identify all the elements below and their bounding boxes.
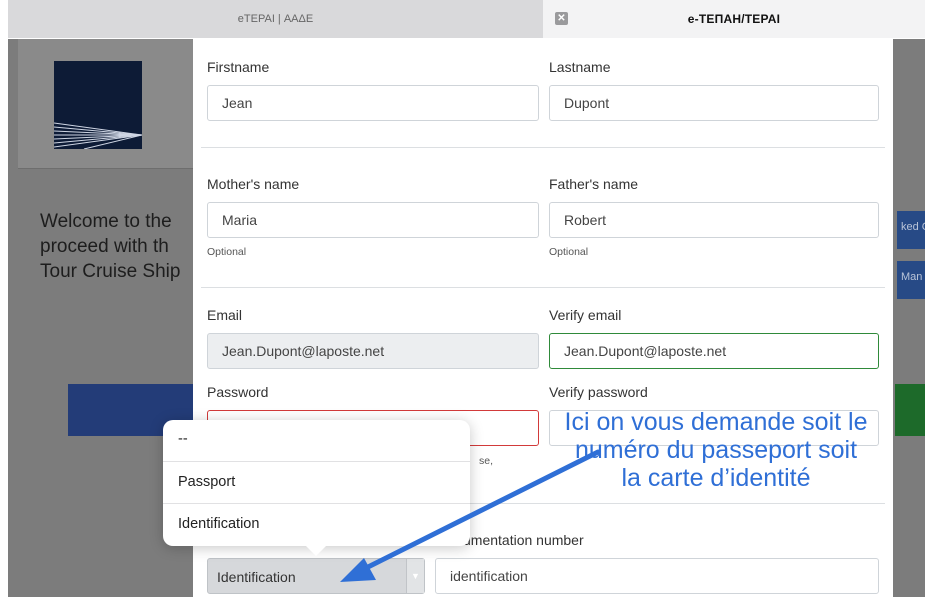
popover-pointer <box>305 545 327 556</box>
mother-name-input[interactable] <box>207 202 539 238</box>
dropdown-separator <box>163 461 470 462</box>
section-divider <box>201 287 885 288</box>
chevron-down-icon: ▼ <box>406 559 424 593</box>
password-help: se, <box>479 455 494 467</box>
document-number-input[interactable] <box>435 558 879 594</box>
password-label: Password <box>207 384 269 400</box>
dropdown-option-none[interactable]: -- <box>178 431 188 447</box>
verify-email-input[interactable] <box>549 333 879 369</box>
firstname-label: Firstname <box>207 59 270 75</box>
annotation-text: Ici on vous demande soit le numéro du pa… <box>564 408 868 492</box>
email-label: Email <box>207 307 243 323</box>
document-type-dropdown: -- Passport Identification <box>163 420 470 556</box>
tab-etepai-aade[interactable]: eTEPAI | ΑΑΔΕ <box>8 0 543 38</box>
close-icon[interactable]: ✕ <box>555 12 568 25</box>
tab-label: e-ΤΕΠΑΗ/TEPAI <box>687 12 781 26</box>
document-type-select[interactable]: Identification ▼ <box>207 558 425 594</box>
document-type-selected: Identification <box>217 569 296 585</box>
verify-email-label: Verify email <box>549 307 622 323</box>
dropdown-separator <box>163 503 470 504</box>
section-divider <box>201 147 885 148</box>
tab-e-tepah[interactable]: ✕ e-ΤΕΠΑΗ/TEPAI <box>543 0 925 38</box>
mother-name-label: Mother's name <box>207 176 300 192</box>
verify-password-label: Verify password <box>549 384 648 400</box>
father-name-label: Father's name <box>549 176 639 192</box>
background-green-button <box>895 384 925 436</box>
firstname-input[interactable] <box>207 85 539 121</box>
lastname-label: Lastname <box>549 59 611 75</box>
mother-name-help: Optional <box>207 246 247 258</box>
tab-label: eTEPAI | ΑΑΔΕ <box>237 13 314 25</box>
background-welcome-text: Welcome to the proceed with th Tour Crui… <box>40 211 181 282</box>
background-header-card <box>18 39 204 169</box>
background-side-button: Man <box>897 261 925 299</box>
dropdown-option-passport[interactable]: Passport <box>178 474 235 490</box>
lastname-input[interactable] <box>549 85 879 121</box>
document-number-label: umentation number <box>463 532 584 548</box>
father-name-help: Optional <box>549 246 589 258</box>
browser-tab-bar: eTEPAI | ΑΑΔΕ ✕ e-ΤΕΠΑΗ/TEPAI <box>8 0 925 38</box>
email-input[interactable] <box>207 333 539 369</box>
background-side-button: ked C <box>897 211 925 249</box>
logo-icon <box>54 61 142 149</box>
dropdown-option-identification[interactable]: Identification <box>178 516 259 532</box>
father-name-input[interactable] <box>549 202 879 238</box>
